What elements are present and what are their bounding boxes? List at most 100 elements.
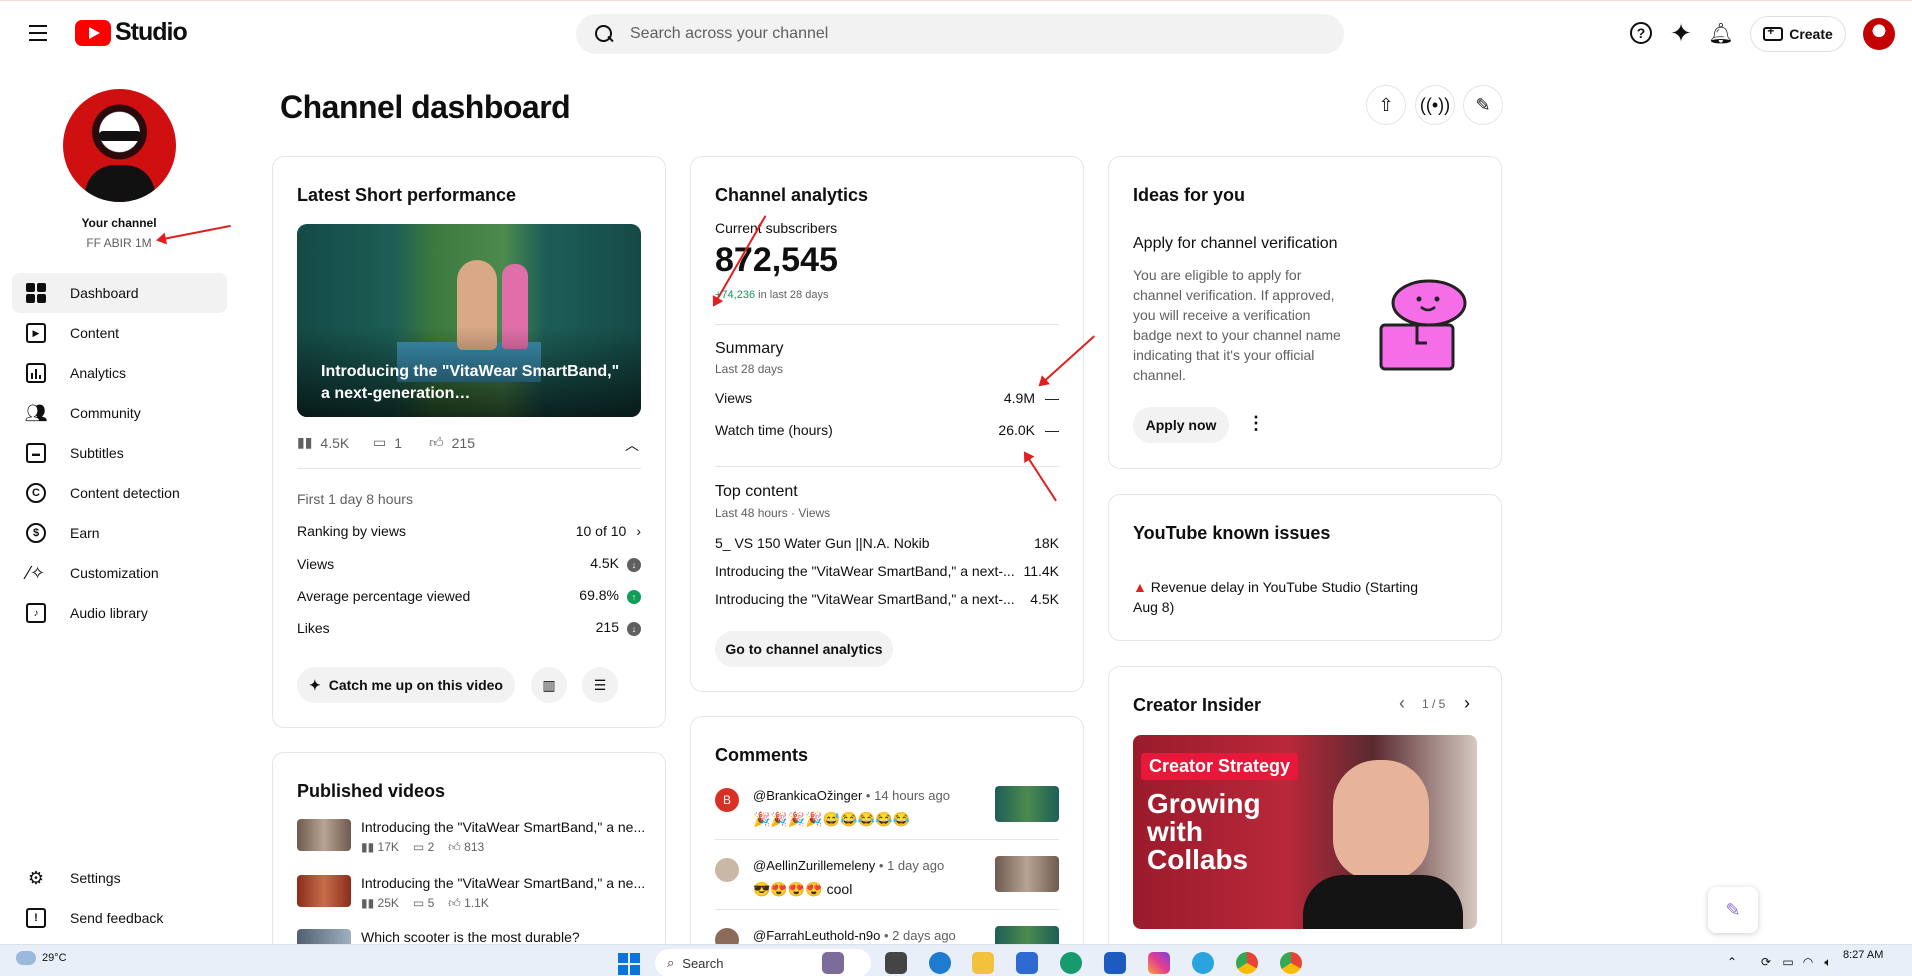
battery-icon[interactable]: ▭: [1780, 954, 1796, 970]
wifi-icon[interactable]: ◠: [1800, 954, 1816, 970]
subscribers-change: +74,236 in last 28 days: [715, 289, 828, 301]
widgets-app-icon[interactable]: [822, 952, 844, 974]
analytics-shortcut-button[interactable]: ▥: [531, 667, 567, 703]
catch-up-button[interactable]: ✦ Catch me up on this video: [297, 667, 515, 703]
app-icon[interactable]: [1060, 952, 1082, 974]
comment-user: @FarrahLeuthold-n9o: [753, 928, 881, 943]
sidebar-item-label: Content: [70, 325, 120, 341]
sidebar-nav: Dashboard ▶ Content Analytics 👥︎ Communi…: [12, 273, 227, 633]
list-item[interactable]: Introducing the "VitaWear SmartBand," a …: [297, 875, 647, 915]
sidebar-item-customization[interactable]: ⁄✧ Customization: [12, 553, 227, 593]
go-live-button[interactable]: ((•)): [1415, 85, 1455, 125]
weather-temp: 29°C: [42, 952, 67, 964]
list-item[interactable]: Introducing the "VitaWear SmartBand," a …: [297, 819, 647, 859]
weather-widget[interactable]: 29°C: [16, 951, 67, 965]
creator-insider-thumbnail[interactable]: Creator Strategy Growing with Collabs: [1133, 735, 1477, 929]
account-avatar[interactable]: [1863, 18, 1895, 50]
thumbs-up-icon: 👍︎: [448, 896, 465, 910]
edge-icon[interactable]: [929, 952, 951, 974]
comments-shortcut-button[interactable]: ☰: [582, 667, 618, 703]
comment-video-thumbnail[interactable]: [995, 786, 1059, 822]
comment-item[interactable]: @AellinZurillemeleny • 1 day ago 😎😍😍😍 co…: [715, 853, 1059, 913]
comment-time: • 1 day ago: [878, 858, 945, 873]
floating-edit-button[interactable]: ✎: [1708, 887, 1758, 933]
store-icon[interactable]: [1016, 952, 1038, 974]
chevron-right-icon[interactable]: ›: [1464, 693, 1470, 714]
create-button-label: Create: [1789, 26, 1833, 42]
video-stats: ▮▮ 17K ▭ 2 👍︎ 813: [361, 840, 485, 854]
create-post-button[interactable]: ✎: [1463, 85, 1503, 125]
collapse-chevron-icon[interactable]: ︿: [625, 435, 639, 455]
volume-icon[interactable]: 🔈︎: [1820, 954, 1836, 970]
windows-start-icon[interactable]: [618, 953, 640, 975]
sidebar-item-content[interactable]: ▶ Content: [12, 313, 227, 353]
subscribers-label: Current subscribers: [715, 220, 838, 236]
studio-logo[interactable]: Studio: [75, 18, 188, 47]
summary-title: Summary: [715, 340, 784, 357]
sidebar-item-content-detection[interactable]: C Content detection: [12, 473, 227, 513]
metric-label: Views: [297, 555, 335, 572]
short-thumbnail[interactable]: Introducing the "VitaWear SmartBand," a …: [297, 224, 641, 417]
comment-time: • 2 days ago: [884, 928, 956, 943]
insider-tag: Creator Strategy: [1141, 753, 1299, 780]
sidebar-item-label: Dashboard: [70, 285, 139, 301]
sync-icon[interactable]: ⟳: [1758, 954, 1774, 970]
sidebar-item-audio-library[interactable]: ♪ Audio library: [12, 593, 227, 633]
sidebar-item-send-feedback[interactable]: ! Send feedback: [12, 898, 227, 938]
top-content-item[interactable]: Introducing the "VitaWear SmartBand," a …: [715, 563, 1059, 579]
apply-now-button[interactable]: Apply now: [1133, 407, 1229, 443]
summary-watch-time-row[interactable]: Watch time (hours) 26.0K —: [715, 422, 1059, 438]
system-clock[interactable]: 8:27 AM: [1843, 949, 1883, 961]
published-videos-title: Published videos: [297, 781, 446, 801]
sparkle-icon[interactable]: ✦: [1667, 18, 1695, 48]
chrome-icon[interactable]: [1236, 952, 1258, 974]
file-explorer-icon[interactable]: [972, 952, 994, 974]
task-view-icon[interactable]: [885, 952, 907, 974]
sidebar-item-dashboard[interactable]: Dashboard: [12, 273, 227, 313]
help-icon[interactable]: ?: [1627, 19, 1655, 47]
top-content-item[interactable]: 5_ VS 150 Water Gun ||N.A. Nokib 18K: [715, 535, 1059, 551]
comment-video-thumbnail[interactable]: [995, 856, 1059, 892]
short-views-value: 4.5K: [320, 434, 350, 451]
channel-avatar[interactable]: [63, 89, 176, 202]
instagram-icon[interactable]: [1148, 952, 1170, 974]
chevron-up-icon[interactable]: ⌃: [1724, 954, 1740, 970]
more-options-icon[interactable]: ⋮: [1247, 413, 1265, 434]
search-bar[interactable]: [576, 14, 1344, 54]
telegram-icon[interactable]: [1192, 952, 1214, 974]
known-issue-item[interactable]: ▲ Revenue delay in YouTube Studio (Start…: [1133, 577, 1433, 617]
video-thumbnail: [297, 819, 351, 851]
os-taskbar: 29°C ⌕ Search ⌃ ⟳ ▭ ◠ 🔈︎ 8:27 AM: [0, 944, 1912, 976]
create-video-icon: [1763, 24, 1784, 41]
notifications-bell-icon[interactable]: 🔔︎: [1707, 19, 1735, 47]
summary-views-row[interactable]: Views 4.9M —: [715, 390, 1059, 406]
comment-item[interactable]: B @BrankicaOžinger • 14 hours ago 🎉🎉🎉🎉😅😂…: [715, 783, 1059, 843]
search-input[interactable]: [630, 25, 1310, 43]
creator-insider-card: Creator Insider ‹ 1 / 5 › Creator Strate…: [1108, 666, 1502, 976]
sidebar-item-settings[interactable]: ⚙︎ Settings: [12, 858, 227, 898]
bar-chart-icon: ▮▮: [297, 434, 313, 450]
chevron-left-icon[interactable]: ‹: [1399, 693, 1405, 714]
sidebar-bottom-nav: ⚙︎ Settings ! Send feedback: [12, 858, 227, 938]
sidebar-item-analytics[interactable]: Analytics: [12, 353, 227, 393]
chrome-icon[interactable]: [1280, 952, 1302, 974]
sidebar-item-label: Send feedback: [70, 910, 164, 926]
summary-label: Views: [715, 390, 753, 406]
arrow-down-icon: ↓: [627, 558, 641, 572]
metric-ranking[interactable]: Ranking by views 10 of 10 ›: [297, 523, 641, 539]
feedback-icon: !: [24, 906, 48, 930]
outlook-icon[interactable]: [1104, 952, 1126, 974]
menu-icon[interactable]: [20, 17, 56, 49]
sidebar-item-earn[interactable]: $ Earn: [12, 513, 227, 553]
top-content-item[interactable]: Introducing the "VitaWear SmartBand," a …: [715, 591, 1059, 607]
thumbs-up-icon: 👍︎: [429, 434, 444, 450]
create-button[interactable]: Create: [1750, 16, 1846, 52]
sidebar-item-community[interactable]: 👥︎ Community: [12, 393, 227, 433]
summary-value: 26.0K: [998, 422, 1035, 438]
sparkle-icon: ✦: [309, 676, 321, 693]
upload-button[interactable]: ⇧: [1366, 85, 1406, 125]
comments-card: Comments B @BrankicaOžinger • 14 hours a…: [690, 716, 1084, 976]
search-icon[interactable]: [592, 22, 616, 46]
go-to-analytics-button[interactable]: Go to channel analytics: [715, 631, 893, 667]
sidebar-item-subtitles[interactable]: ▬ Subtitles: [12, 433, 227, 473]
